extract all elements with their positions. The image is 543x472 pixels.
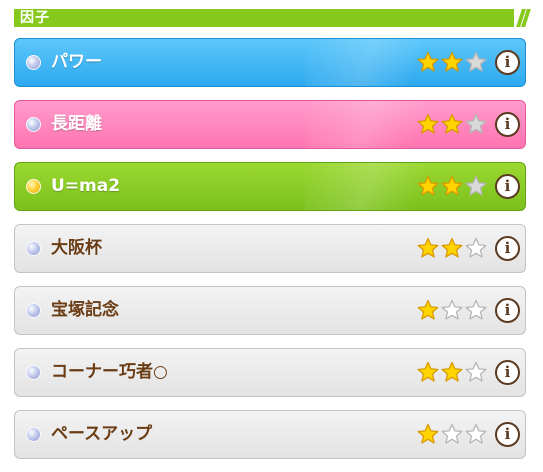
- silver-gem-icon: [26, 365, 41, 380]
- star-rating: [417, 237, 491, 259]
- star-empty-icon: [465, 175, 487, 196]
- star-filled-icon: [441, 237, 463, 258]
- star-rating: [417, 175, 491, 197]
- section-header: 因子: [14, 9, 531, 27]
- star-filled-icon: [417, 361, 439, 382]
- star-empty-icon: [465, 237, 487, 258]
- star-filled-icon: [417, 299, 439, 320]
- star-empty-icon: [465, 423, 487, 444]
- factor-name: 宝塚記念: [51, 300, 119, 320]
- star-filled-icon: [441, 113, 463, 134]
- star-empty-icon: [465, 299, 487, 320]
- silver-gem-icon: [26, 241, 41, 256]
- star-empty-icon: [465, 361, 487, 382]
- factor-name: 長距離: [51, 114, 102, 134]
- star-empty-icon: [465, 113, 487, 134]
- star-filled-icon: [441, 51, 463, 72]
- section-title: 因子: [20, 10, 50, 26]
- star-filled-icon: [441, 361, 463, 382]
- info-icon[interactable]: i: [495, 50, 520, 75]
- silver-gem-icon: [26, 55, 41, 70]
- info-icon[interactable]: i: [495, 174, 520, 199]
- star-filled-icon: [441, 175, 463, 196]
- factor-name: 大阪杯: [51, 238, 102, 258]
- factor-name: パワー: [51, 52, 102, 72]
- info-icon[interactable]: i: [495, 112, 520, 137]
- star-filled-icon: [417, 423, 439, 444]
- silver-gem-icon: [26, 303, 41, 318]
- star-filled-icon: [417, 175, 439, 196]
- star-rating: [417, 361, 491, 383]
- star-empty-icon: [465, 51, 487, 72]
- info-icon[interactable]: i: [495, 360, 520, 385]
- silver-gem-icon: [26, 427, 41, 442]
- star-rating: [417, 423, 491, 445]
- star-rating: [417, 51, 491, 73]
- factor-row[interactable]: 長距離 i: [14, 100, 526, 149]
- factor-name: U=ma2: [51, 176, 121, 196]
- info-icon[interactable]: i: [495, 236, 520, 261]
- factor-name: コーナー巧者○: [51, 362, 168, 382]
- star-filled-icon: [417, 237, 439, 258]
- star-empty-icon: [441, 423, 463, 444]
- header-bar: [14, 9, 514, 27]
- factor-name: ペースアップ: [51, 424, 153, 444]
- factor-row[interactable]: ペースアップ i: [14, 410, 526, 459]
- star-rating: [417, 113, 491, 135]
- star-empty-icon: [441, 299, 463, 320]
- info-icon[interactable]: i: [495, 298, 520, 323]
- star-rating: [417, 299, 491, 321]
- factor-row[interactable]: U=ma2 i: [14, 162, 526, 211]
- factor-row[interactable]: コーナー巧者○ i: [14, 348, 526, 397]
- silver-gem-icon: [26, 117, 41, 132]
- factor-row[interactable]: パワー i: [14, 38, 526, 87]
- star-filled-icon: [417, 113, 439, 134]
- info-icon[interactable]: i: [495, 422, 520, 447]
- star-filled-icon: [417, 51, 439, 72]
- factor-row[interactable]: 大阪杯 i: [14, 224, 526, 273]
- factor-row[interactable]: 宝塚記念 i: [14, 286, 526, 335]
- gold-gem-icon: [26, 179, 41, 194]
